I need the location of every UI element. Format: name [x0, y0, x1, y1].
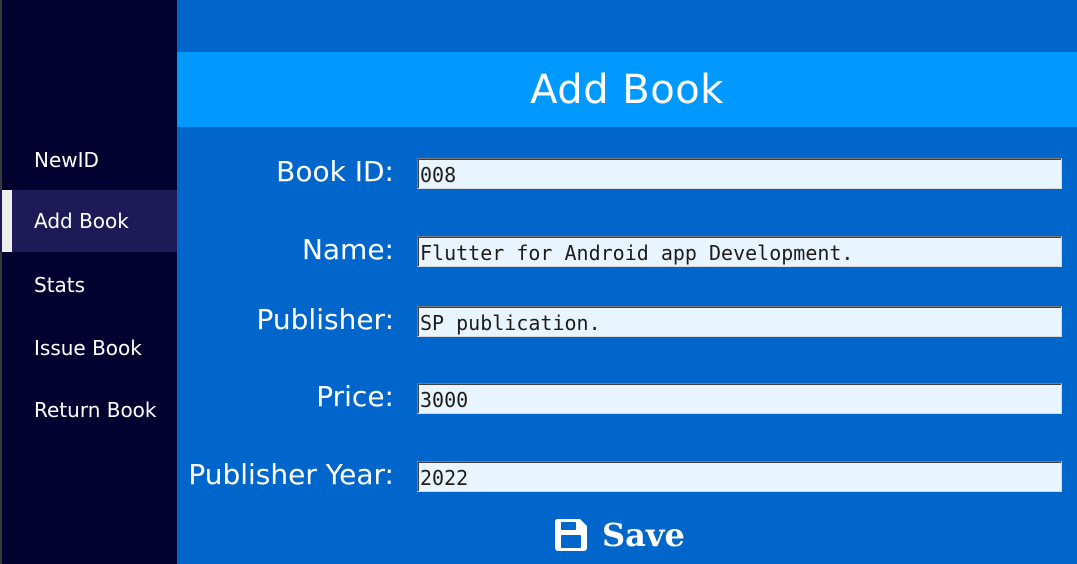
sidebar-item-stats[interactable]: Stats — [0, 254, 177, 316]
page-header: Add Book — [177, 52, 1077, 127]
save-button-label: Save — [602, 516, 685, 554]
floppy-disk-icon — [554, 519, 587, 551]
sidebar-item-label: Issue Book — [34, 336, 142, 360]
publisher-label: Publisher: — [256, 303, 394, 336]
main-panel: Add Book Book ID: Name: Publisher: Price… — [177, 0, 1077, 564]
publisher-year-field[interactable] — [417, 461, 1062, 492]
sidebar-item-return-book[interactable]: Return Book — [0, 379, 177, 441]
app-window: NewID Add Book Stats Issue Book Return B… — [0, 0, 1077, 564]
name-label: Name: — [301, 233, 394, 266]
sidebar-item-issue-book[interactable]: Issue Book — [0, 317, 177, 379]
sidebar: NewID Add Book Stats Issue Book Return B… — [0, 0, 177, 564]
save-button[interactable]: Save — [554, 512, 685, 558]
price-field[interactable] — [417, 383, 1062, 414]
sidebar-item-newid[interactable]: NewID — [0, 129, 177, 191]
book-id-field[interactable] — [417, 158, 1062, 189]
sidebar-item-label: Return Book — [34, 398, 157, 422]
sidebar-item-label: Add Book — [34, 209, 129, 233]
publisher-year-label: Publisher Year: — [188, 458, 394, 491]
sidebar-item-label: Stats — [34, 273, 86, 297]
page-title: Add Book — [530, 66, 724, 113]
book-id-label: Book ID: — [276, 155, 394, 188]
publisher-field[interactable] — [417, 306, 1062, 337]
name-field[interactable] — [417, 236, 1062, 267]
sidebar-item-add-book[interactable]: Add Book — [0, 190, 177, 252]
sidebar-item-label: NewID — [34, 148, 99, 172]
price-label: Price: — [316, 380, 394, 413]
